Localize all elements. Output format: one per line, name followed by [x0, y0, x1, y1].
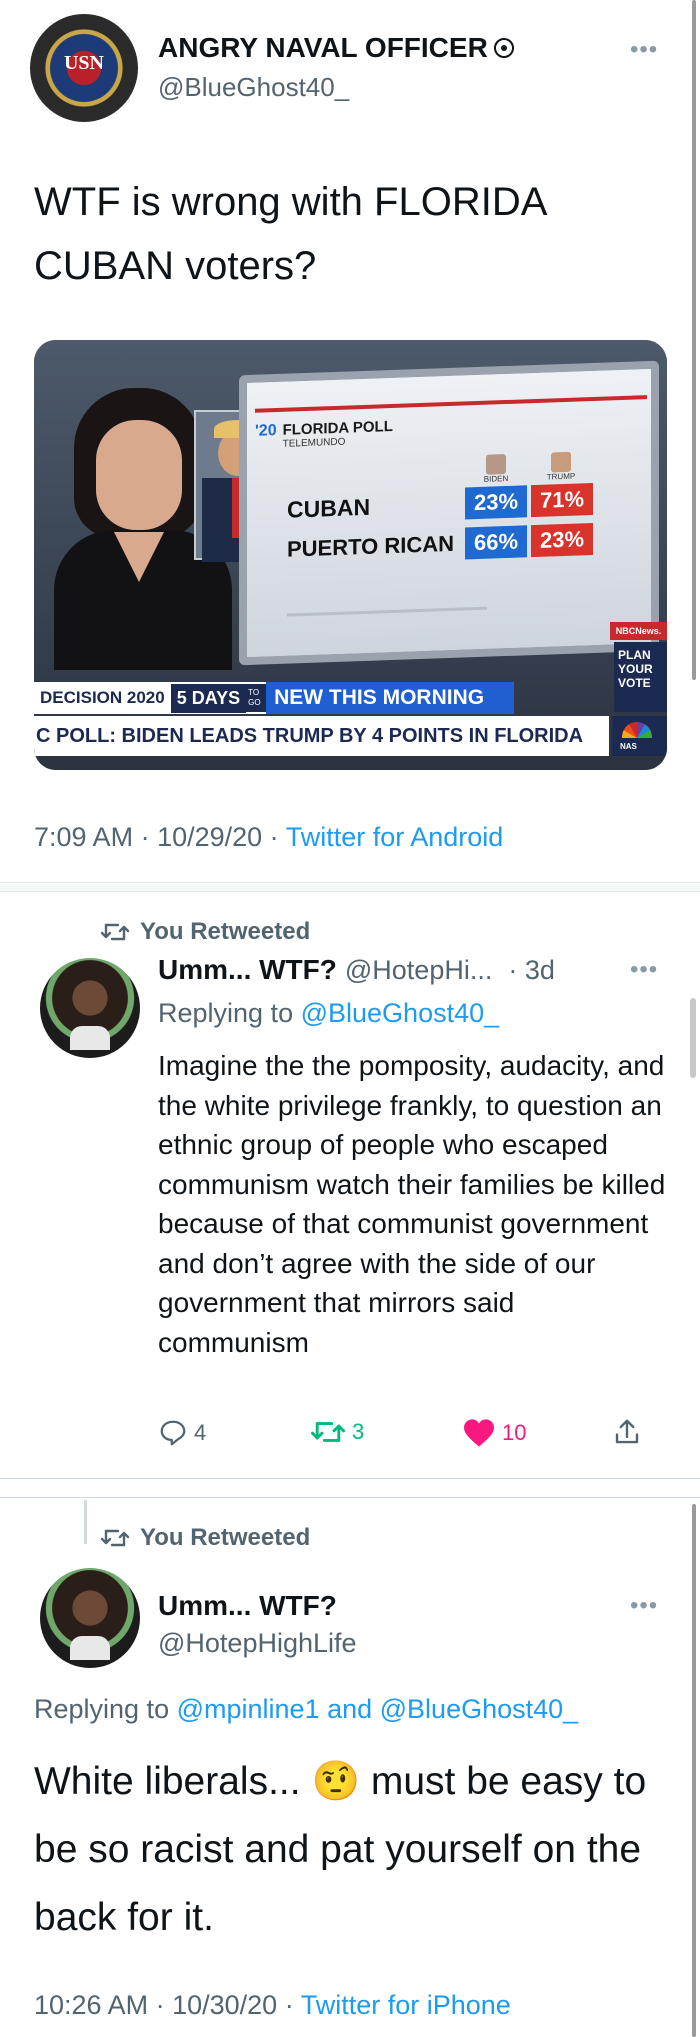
raised-eyebrow-emoji: 🤨: [311, 1760, 360, 1803]
retweet-button[interactable]: 3: [310, 1418, 364, 1446]
usn-emblem: USN: [63, 52, 104, 74]
handle[interactable]: @HotepHighLife: [158, 1628, 357, 1659]
like-button[interactable]: 10: [462, 1418, 526, 1448]
scrollbar-thumb[interactable]: [692, 1504, 696, 2037]
side-promo: PLAN YOUR VOTE: [614, 642, 667, 712]
verified-badge-icon: [493, 38, 514, 58]
divider: [0, 1478, 700, 1479]
more-options-icon[interactable]: •••: [630, 956, 658, 984]
heart-icon: [464, 1419, 494, 1447]
avatar-angry-naval-officer[interactable]: USN: [30, 14, 138, 122]
display-name[interactable]: Umm... WTF?: [158, 1590, 337, 1622]
replying-to-link[interactable]: @BlueGhost40_: [301, 998, 500, 1028]
scrollbar-thumb[interactable]: [690, 998, 696, 1078]
tweet-text: Imagine the the pomposity, audacity, and…: [158, 1050, 666, 1358]
divider: [0, 1497, 700, 1498]
news-ticker: C POLL: BIDEN LEADS TRUMP BY 4 POINTS IN…: [34, 716, 609, 756]
tweet-source-link[interactable]: Twitter for iPhone: [301, 1990, 511, 2020]
retweet-context-label: You Retweeted: [140, 1524, 311, 1551]
retweet-icon: [100, 923, 130, 941]
reply-button[interactable]: 4: [158, 1418, 206, 1448]
tv-screen: '20 FLORIDA POLL TELEMUNDO BIDEN TRUMP C…: [239, 360, 659, 666]
replying-to: Replying to @mpinline1 and @BlueGhost40_: [34, 1694, 579, 1724]
display-name[interactable]: ANGRY NAVAL OFFICER: [158, 32, 488, 64]
tweet-text: WTF is wrong with FLORIDA CUBAN voters?: [34, 180, 546, 288]
handle[interactable]: @BlueGhost40_: [158, 72, 349, 103]
trump-column-head: TRUMP: [532, 451, 590, 482]
avatar-umm-wtf[interactable]: [40, 958, 140, 1058]
reply-count: 4: [194, 1420, 207, 1445]
network-tag: NBCNews.: [610, 622, 667, 640]
replying-to: Replying to @BlueGhost40_: [158, 998, 500, 1028]
tweet-timestamp: 10:26 AM · 10/30/20 · Twitter for iPhone: [34, 1990, 511, 2020]
biden-column-head: BIDEN: [467, 453, 525, 484]
tweet-media-image[interactable]: '20 FLORIDA POLL TELEMUNDO BIDEN TRUMP C…: [34, 340, 667, 770]
share-icon: [615, 1419, 639, 1444]
retweet-icon: [310, 1422, 346, 1442]
divider: [0, 882, 700, 892]
more-options-icon[interactable]: •••: [630, 36, 658, 64]
poll-year-tag: '20: [255, 422, 277, 440]
thread-connector-line: [84, 1500, 87, 1544]
avatar-umm-wtf[interactable]: [40, 1568, 140, 1668]
more-options-icon[interactable]: •••: [630, 1592, 658, 1620]
network-peacock-logo: NAS: [612, 716, 667, 756]
lower-third-banner: DECISION 2020 5 DAYS TO GO NEW THIS MORN…: [34, 682, 514, 714]
tweet-age: · 3d: [508, 955, 555, 985]
retweet-context-label: You Retweeted: [140, 918, 311, 945]
display-name[interactable]: Umm... WTF?: [158, 954, 337, 986]
like-count: 10: [502, 1420, 527, 1445]
retweet-count: 3: [352, 1419, 365, 1444]
retweet-icon: [100, 1529, 130, 1547]
handle[interactable]: @HotepHi...: [345, 955, 492, 986]
scrollbar-thumb[interactable]: [692, 0, 696, 680]
tweet-timestamp: 7:09 AM · 10/29/20 · Twitter for Android: [34, 822, 504, 852]
tweet-text: White liberals... 🤨 must be easy to be s…: [34, 1760, 647, 1939]
share-button[interactable]: [612, 1416, 642, 1448]
tweet-source-link[interactable]: Twitter for Android: [286, 822, 504, 852]
replying-to-link[interactable]: @mpinline1 and @BlueGhost40_: [177, 1694, 579, 1724]
reply-icon: [160, 1420, 186, 1446]
